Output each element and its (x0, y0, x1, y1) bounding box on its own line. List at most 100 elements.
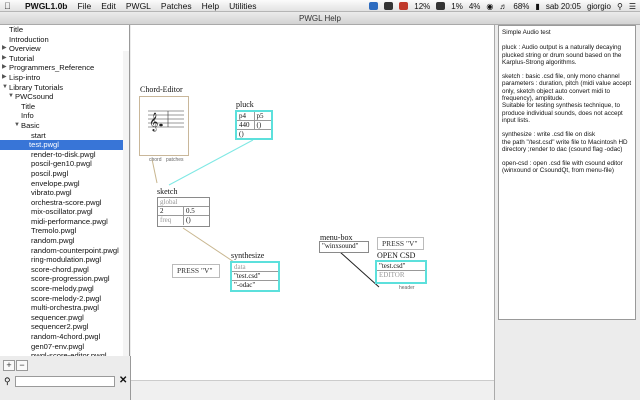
open-csd-box[interactable]: "test.csd" EDITOR (375, 260, 427, 284)
menu-patches[interactable]: Patches (156, 1, 197, 11)
menu-box[interactable]: "winxsound" (319, 241, 369, 253)
apple-icon[interactable]:  (4, 1, 16, 11)
tree-item[interactable]: score-melody-2.pwgl (0, 294, 123, 304)
disclosure-collapsed-icon[interactable]: ▶ (2, 54, 7, 64)
tree-item[interactable]: random.pwgl (0, 236, 123, 246)
patch-canvas[interactable]: Chord-Editor 𝄞 chord patches pluck p4 p5… (131, 25, 494, 380)
tree-item[interactable]: ▼ Library Tutorials (0, 83, 123, 93)
tree-item-label: midi-performance.pwgl (31, 216, 108, 226)
status-app-icon[interactable] (369, 2, 379, 10)
tree-item[interactable]: vibrato.pwgl (0, 188, 123, 198)
tree-item[interactable]: ▼ PWCsound (0, 92, 123, 102)
tree-item[interactable]: ▼ Basic (0, 121, 123, 131)
open-csd-out-header[interactable]: header (399, 285, 415, 291)
tree-item[interactable]: ▶ Programmers_Reference (0, 63, 123, 73)
tree-item[interactable]: orchestra-score.pwgl (0, 198, 123, 208)
wifi-icon[interactable]: ◉ (486, 2, 493, 11)
tree-item[interactable]: score-melody.pwgl (0, 284, 123, 294)
battery-icon[interactable]: ▮ (535, 2, 539, 11)
disclosure-collapsed-icon[interactable]: ▶ (2, 63, 7, 73)
search-input[interactable] (15, 376, 115, 387)
tree-scrollbar[interactable] (123, 51, 129, 356)
open-csd-input-file[interactable]: "test.csd" (377, 262, 425, 270)
disclosure-expanded-icon[interactable]: ▼ (8, 92, 14, 102)
chord-editor-box[interactable]: 𝄞 (139, 96, 189, 156)
add-button[interactable]: + (3, 360, 15, 371)
chord-editor-out-patches[interactable]: patches (166, 157, 184, 163)
tree-item[interactable]: poscil.pwgl (0, 169, 123, 179)
pluck-input-extra[interactable]: () (237, 130, 271, 139)
open-csd-input-editor[interactable]: EDITOR (377, 271, 425, 280)
disclosure-expanded-icon[interactable]: ▼ (14, 121, 20, 131)
tree-item-label: random-counterpoint.pwgl (31, 245, 119, 255)
status-meter-icon[interactable] (436, 2, 446, 10)
clock[interactable]: sab 20:05 (546, 2, 581, 11)
tree-item[interactable]: sequencer.pwgl (0, 313, 123, 323)
menu-app[interactable]: PWGL1.0b (20, 1, 73, 11)
tree-item[interactable]: score-progression.pwgl (0, 274, 123, 284)
volume-icon[interactable]: ♬ (499, 2, 507, 11)
clear-search-icon[interactable]: ✕ (119, 375, 127, 386)
status-app-icon-2[interactable] (384, 2, 394, 10)
tree-item[interactable]: start (0, 131, 123, 141)
tree-item[interactable]: Introduction (0, 35, 123, 45)
pluck-input-p4[interactable]: p4 (237, 112, 255, 120)
help-browser-tree[interactable]: Title Introduction ▶ Overview ▶ Tutorial ▶ Prog… (0, 25, 130, 356)
menu-utilities[interactable]: Utilities (224, 1, 261, 11)
pluck-label: pluck (236, 100, 254, 109)
canvas-scrollbar[interactable] (131, 380, 494, 400)
tree-item[interactable]: Title (0, 25, 123, 35)
remove-button[interactable]: − (16, 360, 28, 371)
tree-item[interactable]: sequencer2.pwgl (0, 322, 123, 332)
pluck-input-freq[interactable]: 440 (237, 121, 255, 129)
pluck-input-list[interactable]: () (255, 121, 272, 129)
open-csd-row-1: "test.csd" (377, 262, 425, 271)
pluck-input-p5[interactable]: p5 (255, 112, 272, 120)
sketch-box[interactable]: global 2 0.5 freq () (157, 197, 210, 227)
menu-help[interactable]: Help (197, 1, 224, 11)
menu-file[interactable]: File (73, 1, 97, 11)
sketch-input-list[interactable]: () (184, 216, 209, 225)
tree-item[interactable]: mix-oscillator.pwgl (0, 207, 123, 217)
notification-icon[interactable]: ☰ (629, 2, 636, 11)
help-synthesize: synthesize : write .csd file on disk the… (502, 131, 628, 153)
tree-item[interactable]: multi-orchestra.pwgl (0, 303, 123, 313)
tree-item[interactable]: test.pwgl (0, 140, 123, 150)
spotlight-icon[interactable]: ⚲ (617, 2, 623, 11)
tree-item[interactable]: random-4chord.pwgl (0, 332, 123, 342)
sketch-input-global[interactable]: global (158, 198, 209, 206)
pluck-box[interactable]: p4 p5 440 () () (235, 110, 273, 140)
tree-item[interactable]: Tremolo.pwgl (0, 226, 123, 236)
sketch-input-dur[interactable]: 2 (158, 207, 184, 215)
tree-item[interactable]: Title (0, 102, 123, 112)
tree-item[interactable]: Info (0, 111, 123, 121)
tree-item[interactable]: ▶ Overview (0, 44, 123, 54)
disclosure-collapsed-icon[interactable]: ▶ (2, 73, 7, 83)
menu-pwgl[interactable]: PWGL (121, 1, 156, 11)
disclosure-collapsed-icon[interactable]: ▶ (2, 44, 7, 54)
tree-item[interactable]: score-chord.pwgl (0, 265, 123, 275)
synthesize-input-data[interactable]: data (232, 263, 278, 271)
tree-item[interactable]: envelope.pwgl (0, 179, 123, 189)
tree-item[interactable]: poscil-gen10.pwgl (0, 159, 123, 169)
synthesize-input-flags[interactable]: "-odac" (232, 281, 278, 290)
chord-editor-out-chord[interactable]: chord (149, 157, 162, 163)
tree-item[interactable]: ▶ Lisp-intro (0, 73, 123, 83)
tree-item[interactable]: midi-performance.pwgl (0, 217, 123, 227)
user-name[interactable]: giorgio (587, 2, 611, 11)
disclosure-expanded-icon[interactable]: ▼ (2, 83, 8, 93)
battery-percent[interactable]: 68% (513, 2, 529, 11)
menu-edit[interactable]: Edit (96, 1, 121, 11)
tree-item[interactable]: ▶ Tutorial (0, 54, 123, 64)
synthesize-input-file[interactable]: "test.csd" (232, 272, 278, 280)
tree-item[interactable]: ring-modulation.pwgl (0, 255, 123, 265)
status-cpu-icon[interactable] (399, 2, 409, 10)
tree-item[interactable]: random-counterpoint.pwgl (0, 246, 123, 256)
sketch-input-freq[interactable]: freq (158, 216, 184, 225)
tree-item[interactable]: render-to-disk.pwgl (0, 150, 123, 160)
tree-item[interactable]: gen07-env.pwgl (0, 342, 123, 352)
tree-item-label: Info (21, 111, 34, 121)
menu-box-value[interactable]: "winxsound" (320, 242, 368, 250)
sketch-input-amp[interactable]: 0.5 (184, 207, 209, 215)
synthesize-box[interactable]: data "test.csd" "-odac" (230, 261, 280, 292)
